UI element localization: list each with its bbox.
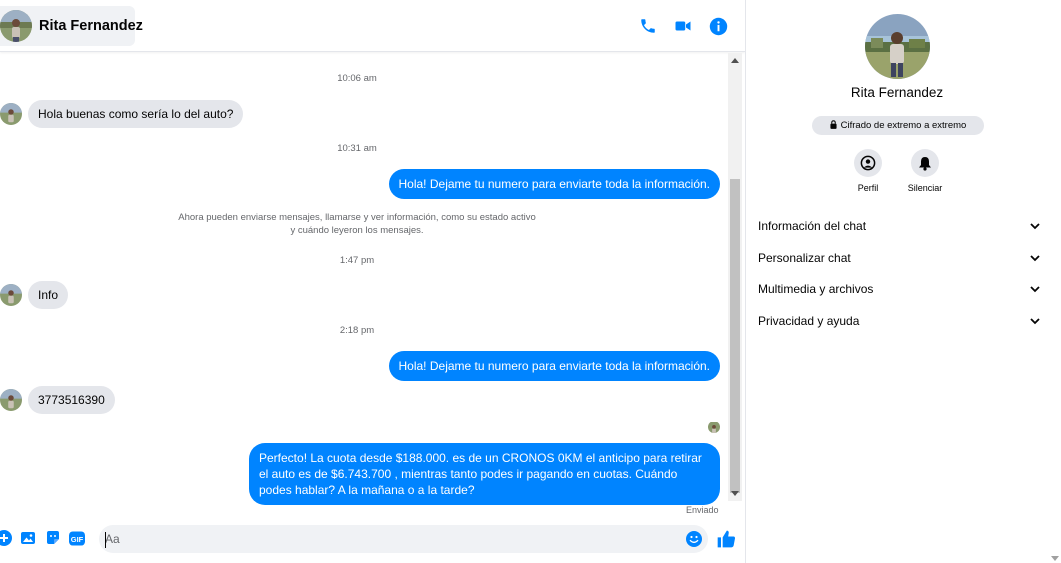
chat-header: Rita Fernandez (0, 0, 745, 52)
section-label: Privacidad y ayuda (758, 314, 860, 328)
profile-action-label: Perfil (857, 183, 879, 193)
message-scrollbar[interactable] (728, 53, 742, 501)
message-timestamp: 10:31 am (337, 143, 377, 154)
text-caret (105, 532, 106, 548)
chevron-down-icon (1030, 219, 1040, 233)
section-label: Información del chat (758, 219, 867, 233)
photo-icon[interactable] (20, 530, 36, 546)
contact-header-button[interactable]: Rita Fernandez (0, 6, 143, 46)
sticker-icon[interactable] (45, 530, 61, 546)
message-list: 10:06 am Hola buenas como sería lo del a… (0, 53, 728, 521)
message-bubble-incoming[interactable]: Info (28, 281, 69, 309)
gif-label: GIF (71, 534, 84, 543)
seen-indicator-avatar (708, 421, 720, 433)
contact-name: Rita Fernandez (39, 18, 143, 34)
message-row-incoming: Info (0, 281, 69, 309)
message-timestamp: 10:06 am (337, 73, 377, 84)
message-bubble-outgoing[interactable]: Hola! Dejame tu numero para enviarte tod… (388, 351, 720, 381)
mute-action-label: Silenciar (907, 183, 943, 193)
gif-icon[interactable]: GIF (69, 530, 85, 546)
message-timestamp: 1:47 pm (339, 255, 375, 266)
message-bubble-incoming[interactable]: 3773516390 (28, 386, 115, 414)
system-notice: Ahora pueden enviarse mensajes, llamarse… (178, 212, 536, 236)
mute-action[interactable]: Silenciar (895, 149, 955, 193)
scrollbar-thumb[interactable] (730, 179, 740, 493)
encryption-badge[interactable]: Cifrado de extremo a extremo (812, 116, 984, 135)
message-row-incoming: Hola buenas como sería lo del auto? (0, 100, 244, 128)
phone-icon[interactable] (638, 16, 658, 36)
encryption-badge-label: Cifrado de extremo a extremo (840, 120, 967, 131)
message-input[interactable] (105, 528, 675, 550)
message-bubble-outgoing[interactable]: Hola! Dejame tu numero para enviarte tod… (388, 169, 720, 199)
sender-avatar (0, 284, 22, 306)
info-icon[interactable] (708, 16, 728, 36)
panel-scroll-down-icon[interactable] (1051, 549, 1059, 561)
bell-icon[interactable] (911, 149, 939, 177)
chevron-down-icon (1030, 282, 1040, 296)
scroll-down-arrow-icon[interactable] (728, 487, 742, 501)
video-camera-icon[interactable] (673, 16, 693, 36)
section-chat-info[interactable]: Información del chat (758, 216, 1040, 236)
profile-icon[interactable] (854, 149, 882, 177)
section-media-files[interactable]: Multimedia y archivos (758, 279, 1040, 299)
sender-avatar (0, 103, 22, 125)
conversation-details-panel: Rita Fernandez Cifrado de extremo a extr… (745, 0, 1061, 563)
message-status: Enviado (686, 505, 719, 515)
lock-icon (830, 119, 837, 132)
plus-circle-icon[interactable] (0, 530, 12, 546)
message-bubble-incoming[interactable]: Hola buenas como sería lo del auto? (28, 100, 244, 128)
chevron-down-icon (1030, 251, 1040, 265)
message-composer: GIF (0, 521, 745, 563)
message-bubble-outgoing[interactable]: Perfecto! La cuota desde $188.000. es de… (249, 443, 720, 505)
emoji-icon[interactable] (686, 531, 702, 547)
section-label: Multimedia y archivos (758, 282, 874, 296)
thumbs-up-icon[interactable] (716, 529, 736, 549)
sender-avatar (0, 389, 22, 411)
message-input-wrapper[interactable] (99, 525, 708, 553)
section-customize-chat[interactable]: Personalizar chat (758, 248, 1040, 268)
message-timestamp: 2:18 pm (339, 325, 375, 336)
scroll-up-arrow-icon[interactable] (728, 53, 742, 67)
section-label: Personalizar chat (758, 251, 851, 265)
chevron-down-icon (1030, 314, 1040, 328)
message-row-incoming: 3773516390 (0, 386, 115, 414)
section-privacy-help[interactable]: Privacidad y ayuda (758, 311, 1040, 331)
contact-avatar (0, 10, 32, 42)
profile-action[interactable]: Perfil (838, 149, 898, 193)
contact-name-large: Rita Fernandez (850, 85, 944, 100)
contact-profile-photo[interactable] (865, 14, 930, 79)
